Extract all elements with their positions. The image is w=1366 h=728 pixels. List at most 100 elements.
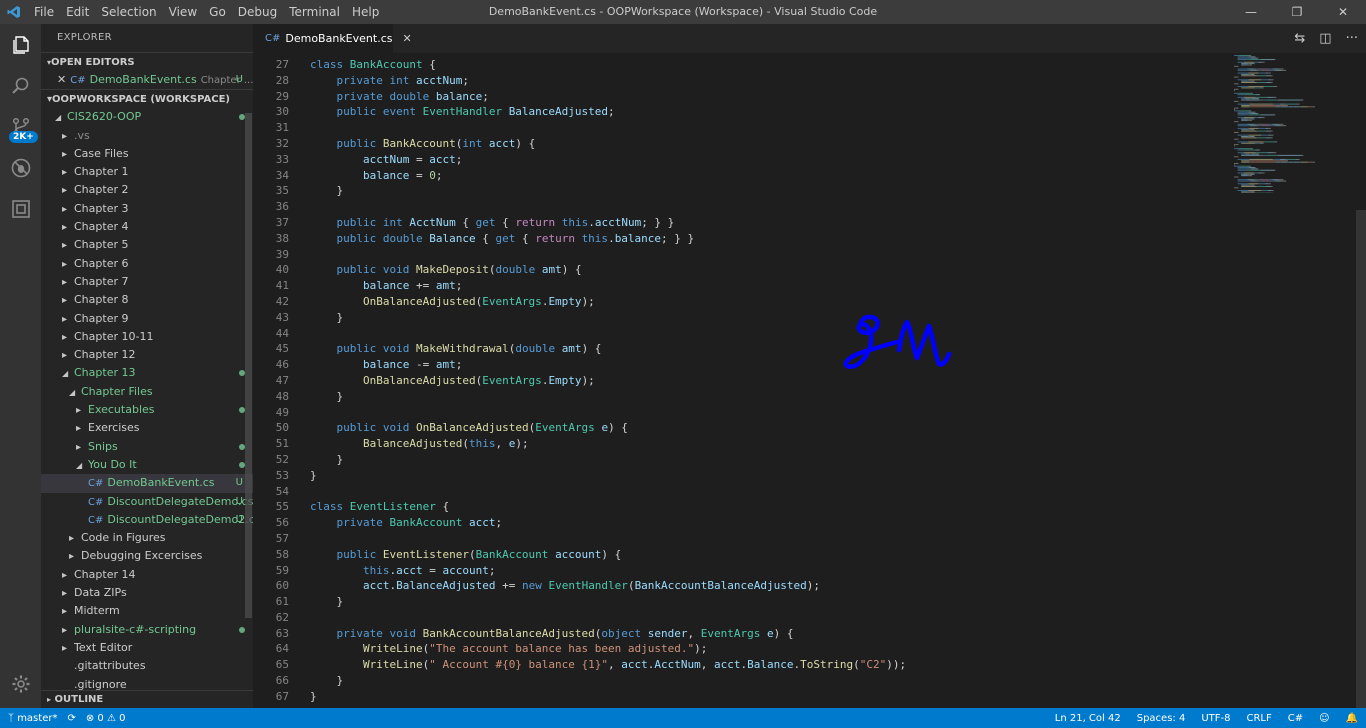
more-actions-icon[interactable]: ··· <box>1346 31 1358 46</box>
folder-item[interactable]: ▸ Exercises <box>41 419 253 437</box>
code-line[interactable] <box>310 326 906 342</box>
folder-item[interactable]: ▸ Snips <box>41 438 253 456</box>
git-branch[interactable]: ᛉ master* <box>8 713 57 724</box>
source-control-icon[interactable]: 2K+ <box>0 106 41 147</box>
folder-item[interactable]: ▸ pluralsite-c#-scripting <box>41 621 253 639</box>
file-item[interactable]: C# DiscountDelegateDemo.cs U <box>41 493 253 511</box>
close-icon[interactable]: ✕ <box>1320 0 1366 24</box>
folder-item[interactable]: .gitattributes <box>41 657 253 675</box>
close-editor-icon[interactable]: ✕ <box>57 73 66 86</box>
folder-item[interactable]: ▸ Chapter 12 <box>41 346 253 364</box>
cursor-position[interactable]: Ln 21, Col 42 <box>1055 713 1121 724</box>
split-editor-icon[interactable]: ◫ <box>1319 31 1331 46</box>
code-line[interactable] <box>310 405 906 421</box>
minimize-icon[interactable]: — <box>1228 0 1274 24</box>
code-line[interactable]: } <box>310 468 906 484</box>
code-line[interactable] <box>310 610 906 626</box>
code-line[interactable] <box>310 247 906 263</box>
menu-view[interactable]: View <box>163 0 203 24</box>
code-line[interactable]: } <box>310 594 906 610</box>
encoding[interactable]: UTF-8 <box>1201 713 1230 724</box>
extensions-icon[interactable] <box>0 188 41 229</box>
folder-item[interactable]: ▸ Chapter 8 <box>41 291 253 309</box>
folder-item[interactable]: ▸ Case Files <box>41 145 253 163</box>
code-line[interactable]: private int acctNum; <box>310 73 906 89</box>
code-line[interactable]: OnBalanceAdjusted(EventArgs.Empty); <box>310 373 906 389</box>
code-line[interactable]: balance = 0; <box>310 168 906 184</box>
folder-item[interactable]: ▸ Chapter 1 <box>41 163 253 181</box>
code-line[interactable]: } <box>310 689 906 705</box>
code-line[interactable]: public double Balance { get { return thi… <box>310 231 906 247</box>
line-endings[interactable]: CRLF <box>1246 713 1271 724</box>
open-editor-item[interactable]: ✕ C# DemoBankEvent.cs Chapter ... U <box>41 71 253 89</box>
folder-item[interactable]: ▸ Executables <box>41 401 253 419</box>
code-editor[interactable]: 27 28 29 30 31 32 33 34 35 36 37 38 39 40 41 42 43 44 45 46… <box>253 53 1366 708</box>
folder-item[interactable]: ◢ Chapter 13 <box>41 364 253 382</box>
code-line[interactable]: private void BankAccountBalanceAdjusted(… <box>310 626 906 642</box>
open-editors-section[interactable]: ▾OPEN EDITORS <box>41 52 253 71</box>
folder-item[interactable]: ▸ Chapter 10-11 <box>41 328 253 346</box>
folder-item[interactable]: ▸ Chapter 9 <box>41 310 253 328</box>
folder-item[interactable]: ▸ Chapter 5 <box>41 236 253 254</box>
code-line[interactable]: } <box>310 452 906 468</box>
vscode-logo-icon[interactable] <box>0 0 28 24</box>
folder-item[interactable]: ▸ Chapter 14 <box>41 566 253 584</box>
language-mode[interactable]: C# <box>1288 713 1303 724</box>
root-folder[interactable]: ◢ CIS2620-OOP <box>41 108 253 126</box>
tab-demobankevent[interactable]: C# DemoBankEvent.cs ✕ <box>253 24 412 53</box>
close-tab-icon[interactable]: ✕ <box>402 32 411 45</box>
code-line[interactable]: public void MakeWithdrawal(double amt) { <box>310 341 906 357</box>
code-line[interactable] <box>310 199 906 215</box>
code-line[interactable]: private BankAccount acct; <box>310 515 906 531</box>
debug-icon[interactable] <box>0 147 41 188</box>
folder-item[interactable]: ▸ Code in Figures <box>41 529 253 547</box>
explorer-icon[interactable] <box>0 24 41 65</box>
folder-item[interactable]: ▸ Chapter 2 <box>41 181 253 199</box>
folder-item[interactable]: ▸ .vs <box>41 127 253 145</box>
code-text[interactable]: class BankAccount { private int acctNum;… <box>310 57 906 705</box>
settings-gear-icon[interactable] <box>0 663 41 704</box>
problems-indicator[interactable]: ⊗ 0 ⚠ 0 <box>86 713 126 724</box>
code-line[interactable]: acct.BalanceAdjusted += new EventHandler… <box>310 578 906 594</box>
search-icon[interactable] <box>0 65 41 106</box>
menu-terminal[interactable]: Terminal <box>283 0 346 24</box>
open-changes-icon[interactable]: ⇆ <box>1294 31 1305 46</box>
menu-help[interactable]: Help <box>346 0 385 24</box>
menu-go[interactable]: Go <box>203 0 232 24</box>
code-line[interactable]: public BankAccount(int acct) { <box>310 136 906 152</box>
folder-item[interactable]: ◢ You Do It <box>41 456 253 474</box>
minimap[interactable] <box>1232 53 1352 193</box>
feedback-smiley-icon[interactable]: ☺ <box>1319 713 1329 724</box>
folder-item[interactable]: ▸ Text Editor <box>41 639 253 657</box>
sync-icon[interactable]: ⟳ <box>67 713 75 724</box>
code-line[interactable]: } <box>310 183 906 199</box>
indentation[interactable]: Spaces: 4 <box>1137 713 1186 724</box>
menu-debug[interactable]: Debug <box>232 0 283 24</box>
code-line[interactable]: WriteLine (" Account #{0} balance {1}", a… <box>310 657 906 673</box>
folder-item[interactable]: ▸ Chapter 3 <box>41 200 253 218</box>
folder-item[interactable]: ▸ Chapter 4 <box>41 218 253 236</box>
folder-item[interactable]: ▸ Chapter 7 <box>41 273 253 291</box>
code-line[interactable]: } <box>310 673 906 689</box>
workspace-section[interactable]: ▾OOPWORKSPACE (WORKSPACE) <box>41 89 253 108</box>
code-line[interactable]: balance += amt; <box>310 278 906 294</box>
menu-file[interactable]: File <box>28 0 60 24</box>
code-line[interactable]: class BankAccount { <box>310 57 906 73</box>
code-line[interactable]: public EventListener(BankAccount account… <box>310 547 906 563</box>
folder-item[interactable]: ▸ Debugging Excercises <box>41 547 253 565</box>
code-line[interactable]: } <box>310 310 906 326</box>
code-line[interactable]: OnBalanceAdjusted(EventArgs.Empty); <box>310 294 906 310</box>
code-line[interactable]: BalanceAdjusted(this, e); <box>310 436 906 452</box>
code-line[interactable]: balance -= amt; <box>310 357 906 373</box>
sidebar-scrollbar[interactable] <box>245 113 252 618</box>
code-line[interactable]: private double balance; <box>310 89 906 105</box>
outline-section[interactable]: ▸ OUTLINE <box>41 690 253 708</box>
code-line[interactable]: WriteLine("The account balance has been … <box>310 641 906 657</box>
code-line[interactable]: acctNum = acct; <box>310 152 906 168</box>
menu-edit[interactable]: Edit <box>60 0 95 24</box>
folder-item[interactable]: ▸ Chapter 6 <box>41 255 253 273</box>
editor-scrollbar[interactable] <box>1356 210 1366 708</box>
code-line[interactable]: class EventListener { <box>310 499 906 515</box>
menu-selection[interactable]: Selection <box>95 0 162 24</box>
folder-item[interactable]: ▸ Data ZIPs <box>41 584 253 602</box>
